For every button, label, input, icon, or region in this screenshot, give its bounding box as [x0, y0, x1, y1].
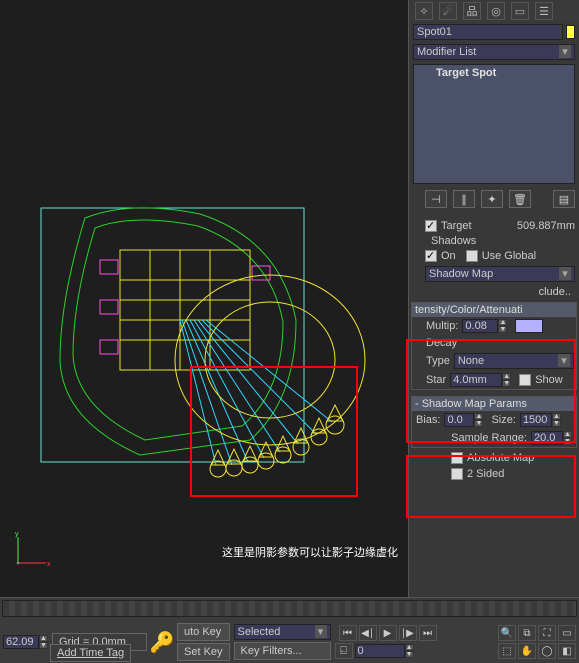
- show-decay-label: Show: [535, 374, 563, 386]
- spin-up-icon[interactable]: ▲: [405, 644, 414, 651]
- decay-type-label: Type: [426, 355, 450, 367]
- sample-range-spinner[interactable]: ▲▼: [531, 431, 572, 445]
- key-filters-button[interactable]: Key Filters...: [234, 642, 331, 660]
- auto-key-button[interactable]: uto Key: [177, 623, 230, 641]
- decay-start-spinner[interactable]: ▲▼: [450, 373, 511, 387]
- spin-down-icon[interactable]: ▼: [552, 420, 561, 427]
- axis-gizmo: y x: [12, 529, 52, 569]
- annotation-text: 这里是阴影参数可以让影子边缘虚化: [222, 544, 398, 560]
- status-bar: ▲▼ Grid = 0.0mm 🔑 uto Key Set Key Select…: [0, 597, 579, 663]
- spin-down-icon[interactable]: ▼: [498, 326, 507, 333]
- decay-type-dropdown[interactable]: None: [454, 353, 574, 369]
- key-mode-dropdown[interactable]: Selected: [234, 624, 331, 640]
- modify-tab-icon[interactable]: ☄: [439, 2, 457, 20]
- exclude-button[interactable]: clude..: [539, 286, 571, 298]
- fov-icon[interactable]: ▭: [558, 625, 576, 641]
- target-checkbox[interactable]: [425, 220, 437, 232]
- size-label: Size:: [491, 414, 515, 426]
- command-panel-tabs: ✧ ☄ 品 ◎ ▭ ☰: [409, 0, 579, 22]
- make-unique-icon[interactable]: ✦: [481, 190, 503, 208]
- utilities-tab-icon[interactable]: ☰: [535, 2, 553, 20]
- show-end-result-icon[interactable]: ∥: [453, 190, 475, 208]
- modifier-stack[interactable]: Target Spot: [413, 64, 575, 184]
- key-mode-icon[interactable]: ⍇: [335, 643, 353, 659]
- key-icon[interactable]: 🔑: [151, 625, 173, 659]
- parameters-area: Target 509.887mm Shadows On Use Global S…: [409, 218, 579, 562]
- modifier-stack-item[interactable]: Target Spot: [414, 65, 574, 81]
- shadow-map-title: - Shadow Map Params: [412, 397, 576, 411]
- decay-start-label: Star: [426, 374, 446, 386]
- bias-label: Bias:: [416, 414, 440, 426]
- pan-icon[interactable]: ✋: [518, 643, 536, 659]
- show-decay-checkbox[interactable]: [519, 374, 531, 386]
- prev-frame-icon[interactable]: ◀∣: [359, 625, 377, 641]
- spin-up-icon[interactable]: ▲: [502, 373, 511, 380]
- spin-up-icon[interactable]: ▲: [474, 413, 483, 420]
- shadow-type-dropdown[interactable]: Shadow Map: [425, 266, 575, 282]
- display-tab-icon[interactable]: ▭: [511, 2, 529, 20]
- two-sided-checkbox[interactable]: [451, 468, 463, 480]
- create-tab-icon[interactable]: ✧: [415, 2, 433, 20]
- spin-up-icon[interactable]: ▲: [552, 413, 561, 420]
- use-global-label: Use Global: [482, 250, 536, 262]
- goto-end-icon[interactable]: ⏭: [419, 625, 437, 641]
- size-spinner[interactable]: ▲▼: [520, 413, 561, 427]
- modifier-list-dropdown[interactable]: Modifier List: [413, 44, 575, 60]
- orbit-icon[interactable]: ◯: [538, 643, 556, 659]
- motion-tab-icon[interactable]: ◎: [487, 2, 505, 20]
- svg-text:y: y: [15, 531, 19, 538]
- hierarchy-tab-icon[interactable]: 品: [463, 2, 481, 20]
- set-key-button[interactable]: Set Key: [177, 643, 230, 661]
- object-name-field[interactable]: [413, 24, 563, 40]
- time-slider[interactable]: [2, 600, 577, 617]
- spin-down-icon[interactable]: ▼: [405, 651, 414, 658]
- intensity-title: tensity/Color/Attenuati: [412, 303, 576, 317]
- spin-down-icon[interactable]: ▼: [39, 642, 48, 649]
- pin-stack-icon[interactable]: ⊣: [425, 190, 447, 208]
- frame-spinner[interactable]: ▲▼: [355, 644, 414, 658]
- absolute-map-checkbox[interactable]: [451, 452, 463, 464]
- light-color-swatch[interactable]: [515, 319, 543, 333]
- configure-sets-icon[interactable]: ▤: [553, 190, 575, 208]
- shadow-map-rollup: - Shadow Map Params Bias: ▲▼ Size: ▲▼ Sa…: [411, 396, 577, 448]
- playback-controls: ⏮ ◀∣ ▶ ∣▶ ⏭: [339, 625, 437, 641]
- target-value: 509.887mm: [517, 220, 575, 232]
- zoom-icon[interactable]: 🔍: [498, 625, 516, 641]
- goto-start-icon[interactable]: ⏮: [339, 625, 357, 641]
- play-icon[interactable]: ▶: [379, 625, 397, 641]
- add-time-tag-button[interactable]: Add Time Tag: [50, 644, 131, 662]
- next-frame-icon[interactable]: ∣▶: [399, 625, 417, 641]
- shadows-title: Shadows: [411, 234, 577, 248]
- bias-spinner[interactable]: ▲▼: [444, 413, 483, 427]
- svg-text:x: x: [47, 561, 51, 568]
- spin-down-icon[interactable]: ▼: [502, 380, 511, 387]
- decay-label: Decay: [426, 337, 457, 349]
- zoom-region-icon[interactable]: ⬚: [498, 643, 516, 659]
- spin-down-icon[interactable]: ▼: [474, 420, 483, 427]
- spin-up-icon[interactable]: ▲: [563, 431, 572, 438]
- zoom-extents-icon[interactable]: ⛶: [538, 625, 556, 641]
- scene-drawing: [0, 0, 409, 597]
- spin-up-icon[interactable]: ▲: [498, 319, 507, 326]
- sample-range-label: Sample Range:: [451, 432, 527, 444]
- viewport[interactable]: 这里是阴影参数可以让影子边缘虚化 y x: [0, 0, 409, 597]
- object-color-swatch[interactable]: [566, 25, 575, 39]
- absolute-map-label: Absolute Map: [467, 452, 534, 464]
- shadows-on-label: On: [441, 250, 456, 262]
- shadows-on-checkbox[interactable]: [425, 250, 437, 262]
- use-global-checkbox[interactable]: [466, 250, 478, 262]
- multiplier-spinner[interactable]: ▲▼: [462, 319, 507, 333]
- target-label: Target: [441, 220, 472, 232]
- multiplier-label: Multip:: [426, 320, 458, 332]
- command-panel: ✧ ☄ 品 ◎ ▭ ☰ Modifier List Target Spot ⊣ …: [409, 0, 579, 597]
- spin-up-icon[interactable]: ▲: [39, 635, 48, 642]
- spin-down-icon[interactable]: ▼: [563, 438, 572, 445]
- max-toggle-icon[interactable]: ◧: [558, 643, 576, 659]
- zoom-all-icon[interactable]: ⧉: [518, 625, 536, 641]
- intensity-rollup: tensity/Color/Attenuati Multip: ▲▼ Decay…: [411, 302, 577, 390]
- two-sided-label: 2 Sided: [467, 468, 504, 480]
- remove-modifier-icon[interactable]: 🗑: [509, 190, 531, 208]
- coord-spinner[interactable]: ▲▼: [3, 635, 48, 649]
